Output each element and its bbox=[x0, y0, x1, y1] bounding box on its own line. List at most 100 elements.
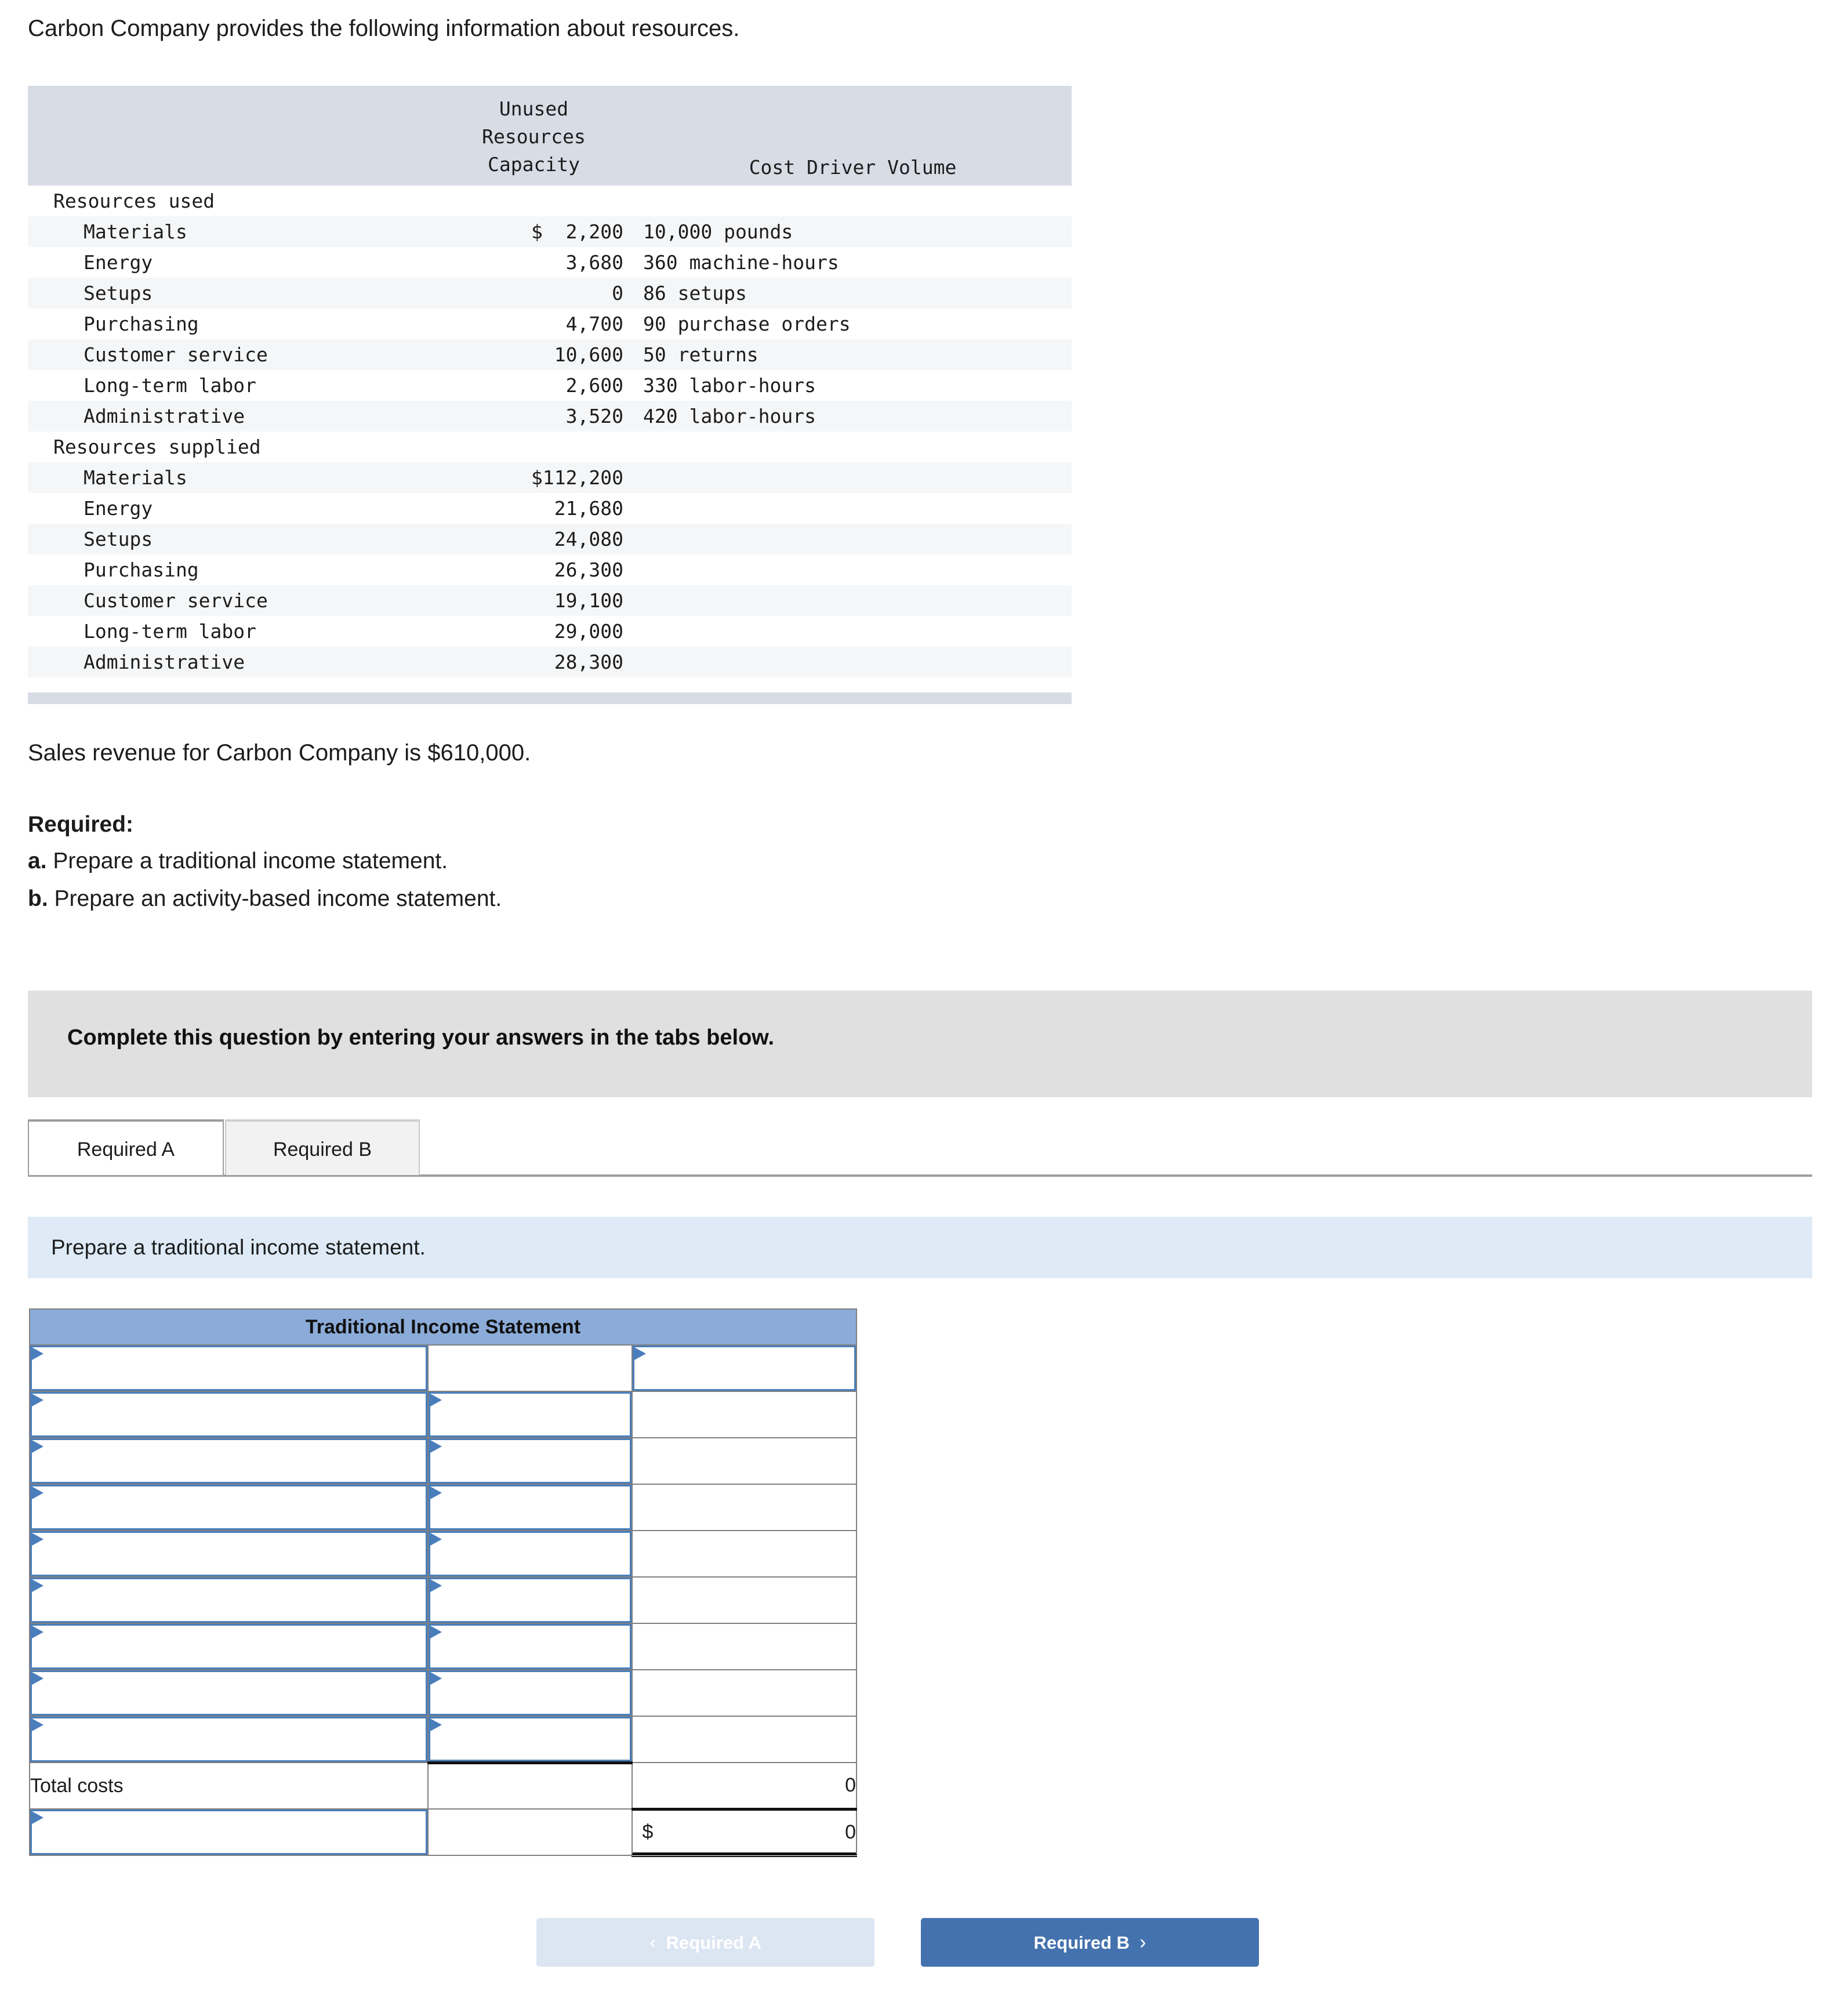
row-1-amount-select-cell[interactable] bbox=[632, 1344, 857, 1392]
row-3-middle-dropdown[interactable] bbox=[428, 1438, 632, 1484]
section-title-resources-used: Resources used bbox=[53, 190, 215, 212]
intro-paragraph: Carbon Company provides the following in… bbox=[28, 16, 740, 41]
row-3-middle-select-cell[interactable] bbox=[427, 1437, 633, 1485]
row-driver bbox=[634, 585, 1072, 616]
row-3-amount-cell[interactable] bbox=[632, 1437, 857, 1485]
row-7-label-dropdown[interactable] bbox=[30, 1624, 427, 1669]
row-8-middle-select-cell[interactable] bbox=[427, 1669, 633, 1717]
row-amount: $112,200 bbox=[434, 462, 634, 493]
final-label-select-cell[interactable] bbox=[29, 1808, 429, 1856]
section-title-driver-blank bbox=[634, 432, 1072, 462]
tab-required-b[interactable]: Required B bbox=[225, 1119, 420, 1175]
row-9-middle-select-cell[interactable] bbox=[427, 1716, 633, 1763]
section-title-amount-blank bbox=[434, 432, 634, 462]
row-2-amount-cell[interactable] bbox=[632, 1391, 857, 1438]
row-amount: 26,300 bbox=[554, 559, 623, 581]
tab-strip: Required A Required B bbox=[28, 1119, 1812, 1176]
section-title-row: Resources supplied bbox=[28, 432, 1072, 462]
resources-table-header-row: Unused Resources Capacity Cost Driver Vo… bbox=[28, 86, 1072, 186]
row-5-label-select-cell[interactable] bbox=[29, 1530, 429, 1578]
row-6-middle-select-cell[interactable] bbox=[427, 1576, 633, 1624]
row-label: Energy bbox=[84, 497, 153, 520]
row-9-label-select-cell[interactable] bbox=[29, 1716, 429, 1763]
header-blank bbox=[28, 86, 434, 186]
row-5-middle-dropdown[interactable] bbox=[428, 1531, 632, 1576]
task-banner: Prepare a traditional income statement. bbox=[28, 1217, 1812, 1278]
row-5-label-dropdown[interactable] bbox=[30, 1531, 427, 1576]
row-4-amount-cell[interactable] bbox=[632, 1484, 857, 1531]
row-label: Setups bbox=[28, 524, 434, 554]
row-5-middle-select-cell[interactable] bbox=[427, 1530, 633, 1578]
header-line-1: Unused bbox=[499, 97, 569, 121]
required-item-b-marker: b. bbox=[28, 886, 48, 911]
traditional-income-statement-table: Traditional Income Statement Total costs… bbox=[29, 1308, 857, 1857]
row-2-label-dropdown[interactable] bbox=[30, 1392, 427, 1437]
row-6-label-select-cell[interactable] bbox=[29, 1576, 429, 1624]
row-4-middle-dropdown[interactable] bbox=[428, 1485, 632, 1530]
instruction-banner: Complete this question by entering your … bbox=[28, 991, 1812, 1097]
final-label-dropdown[interactable] bbox=[30, 1810, 427, 1855]
row-driver bbox=[634, 647, 1072, 677]
row-amount: $ 2,200 bbox=[434, 216, 634, 247]
row-4-label-dropdown[interactable] bbox=[30, 1485, 427, 1530]
table-row: Customer service 19,100 bbox=[28, 585, 1072, 616]
row-3-label-select-cell[interactable] bbox=[29, 1437, 429, 1485]
row-2-middle-select-cell[interactable] bbox=[427, 1391, 633, 1438]
resources-table-body: Resources used Materials $ 2,200 10,000 … bbox=[28, 186, 1072, 677]
row-4-label-select-cell[interactable] bbox=[29, 1484, 429, 1531]
row-1-label-dropdown[interactable] bbox=[30, 1346, 427, 1391]
table-row: Administrative 28,300 bbox=[28, 647, 1072, 677]
table-row bbox=[29, 1623, 857, 1670]
row-1-middle-cell[interactable] bbox=[427, 1344, 633, 1392]
total-costs-middle-cell[interactable] bbox=[427, 1761, 633, 1810]
row-6-middle-dropdown[interactable] bbox=[428, 1578, 632, 1623]
row-7-label-select-cell[interactable] bbox=[29, 1623, 429, 1670]
row-amount: 3,680 bbox=[565, 251, 623, 274]
tab-required-a[interactable]: Required A bbox=[28, 1119, 224, 1175]
row-9-label-dropdown[interactable] bbox=[30, 1717, 427, 1762]
next-required-b-button[interactable]: Required B › bbox=[921, 1918, 1259, 1967]
table-row bbox=[29, 1576, 857, 1624]
row-8-label-dropdown[interactable] bbox=[30, 1670, 427, 1716]
table-row bbox=[29, 1669, 857, 1717]
table-row: Energy 21,680 bbox=[28, 493, 1072, 524]
row-7-middle-dropdown[interactable] bbox=[428, 1624, 632, 1669]
row-amount: 2,600 bbox=[565, 374, 623, 397]
row-4-middle-select-cell[interactable] bbox=[427, 1484, 633, 1531]
row-7-middle-select-cell[interactable] bbox=[427, 1623, 633, 1670]
row-6-amount-cell[interactable] bbox=[632, 1576, 857, 1624]
row-driver: 10,000 pounds bbox=[634, 216, 1072, 247]
row-label: Customer service bbox=[28, 339, 434, 370]
instruction-banner-text: Complete this question by entering your … bbox=[67, 1025, 775, 1050]
table-row: Long-term labor 29,000 bbox=[28, 616, 1072, 647]
total-costs-label: Total costs bbox=[29, 1762, 429, 1810]
row-amount: 19,100 bbox=[434, 585, 634, 616]
row-label: Energy bbox=[84, 251, 153, 274]
row-label: Long-term labor bbox=[84, 374, 257, 397]
row-7-amount-cell[interactable] bbox=[632, 1623, 857, 1670]
row-9-middle-dropdown[interactable] bbox=[428, 1717, 632, 1761]
prev-required-a-button[interactable]: ‹ Required A bbox=[536, 1918, 874, 1967]
table-row bbox=[29, 1530, 857, 1578]
row-3-label-dropdown[interactable] bbox=[30, 1438, 427, 1484]
row-1-amount-dropdown[interactable] bbox=[633, 1346, 856, 1391]
row-6-label-dropdown[interactable] bbox=[30, 1578, 427, 1623]
row-8-amount-cell[interactable] bbox=[632, 1669, 857, 1717]
table-row: Setups 0 86 setups bbox=[28, 278, 1072, 309]
row-label: Administrative bbox=[28, 401, 434, 432]
final-middle-cell[interactable] bbox=[427, 1808, 633, 1856]
row-8-middle-dropdown[interactable] bbox=[428, 1670, 632, 1716]
header-unused-resources-capacity: Unused Resources Capacity bbox=[434, 86, 634, 186]
row-9-amount-cell[interactable] bbox=[632, 1716, 857, 1763]
row-2-middle-dropdown[interactable] bbox=[428, 1392, 632, 1437]
row-2-label-select-cell[interactable] bbox=[29, 1391, 429, 1438]
row-driver: 90 purchase orders bbox=[643, 313, 851, 335]
row-driver: 420 labor-hours bbox=[634, 401, 1072, 432]
table-row: Purchasing 4,700 90 purchase orders bbox=[28, 309, 1072, 339]
row-5-amount-cell[interactable] bbox=[632, 1530, 857, 1578]
required-heading: Required: bbox=[28, 812, 134, 837]
row-8-label-select-cell[interactable] bbox=[29, 1669, 429, 1717]
chevron-right-icon: › bbox=[1139, 1931, 1146, 1953]
row-1-label-select-cell[interactable] bbox=[29, 1344, 429, 1392]
final-value-cell: $0 bbox=[632, 1807, 857, 1857]
